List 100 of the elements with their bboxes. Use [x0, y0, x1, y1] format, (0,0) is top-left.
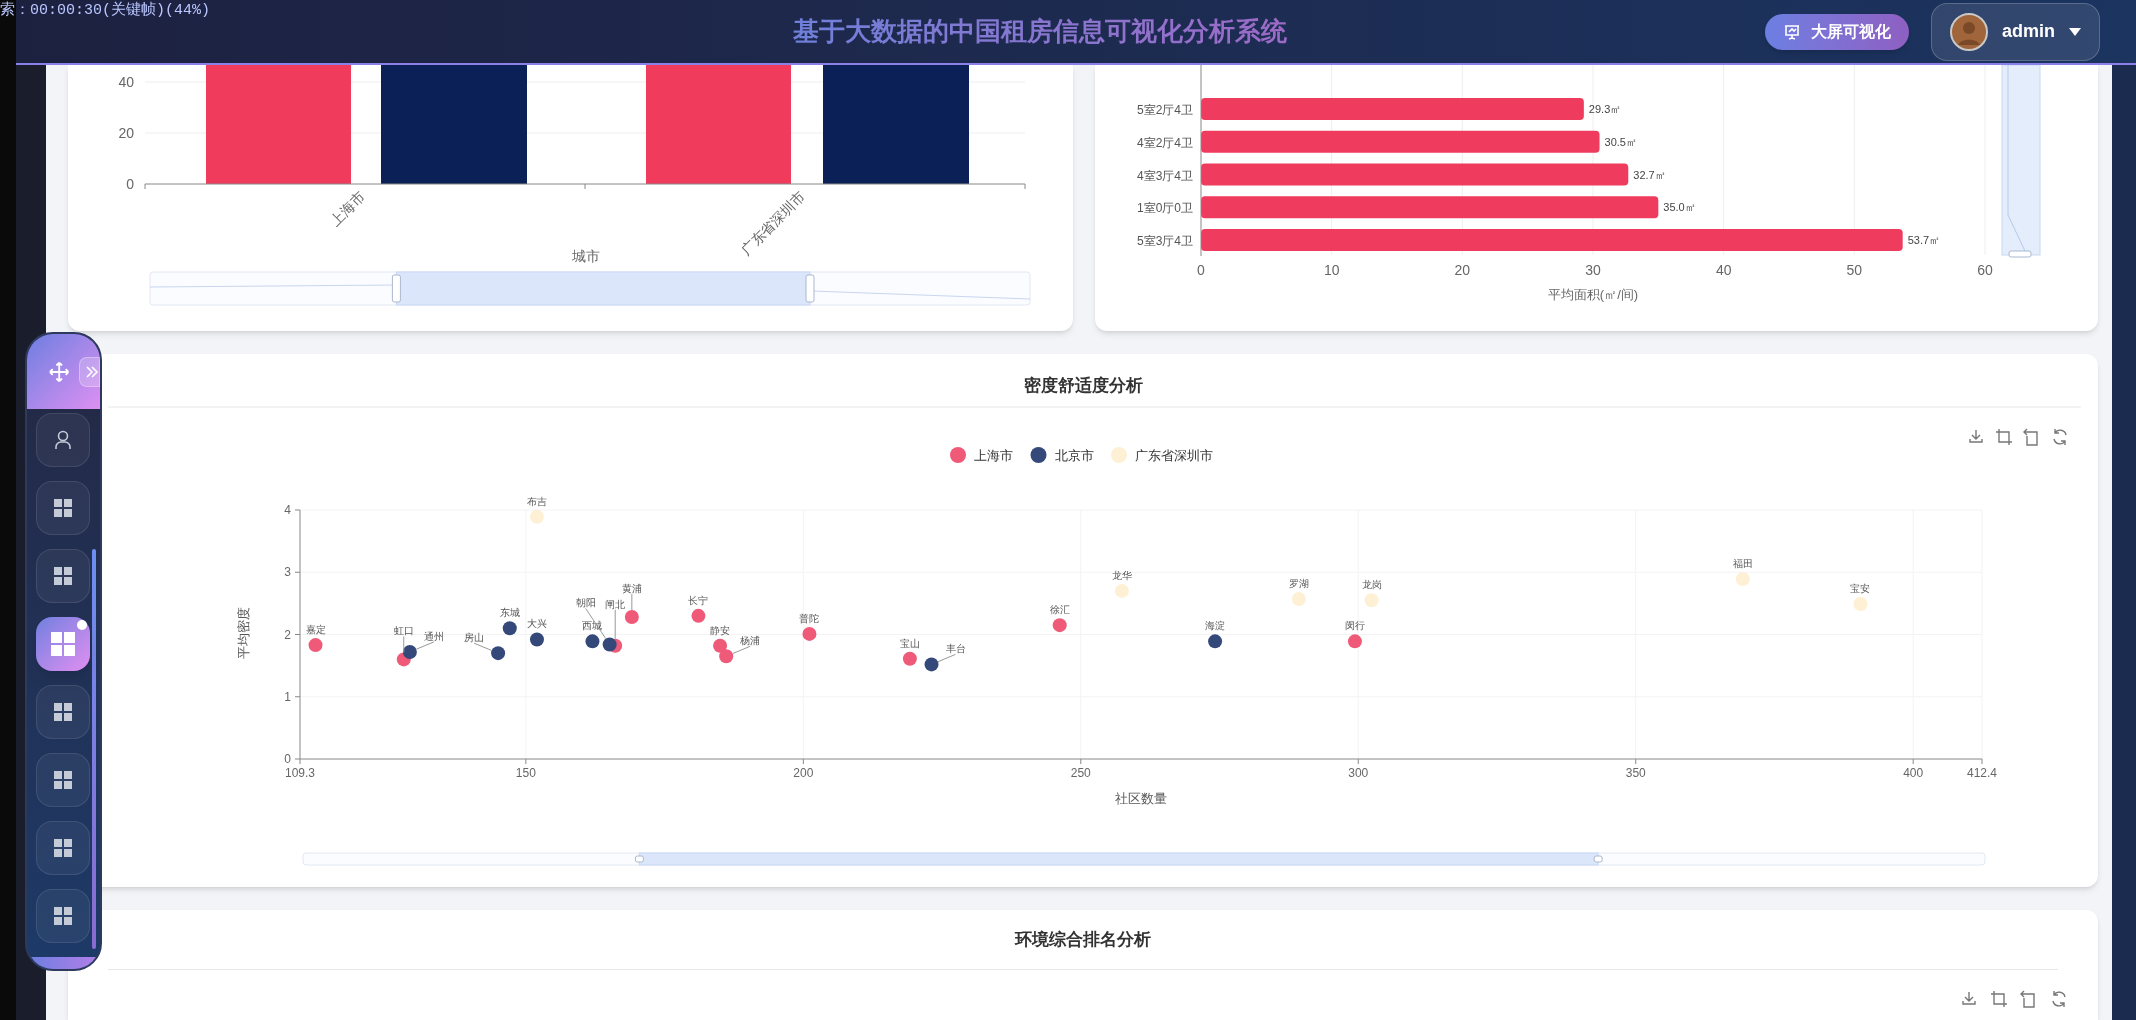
point-label: 龙岗 — [1361, 579, 1382, 591]
legend-label[interactable]: 广东省深圳市 — [1135, 448, 1213, 463]
refresh-icon[interactable] — [2053, 428, 2067, 446]
value-label: 29.3㎡ — [1588, 103, 1622, 115]
point-label: 龙华 — [1111, 569, 1132, 581]
data-point[interactable] — [585, 634, 600, 649]
value-label: 30.5㎡ — [1604, 135, 1637, 148]
leader-line — [415, 641, 435, 650]
axis-tick-label: 20 — [118, 125, 134, 141]
point-label: 虹口 — [393, 625, 414, 637]
legend-label[interactable]: 上海市 — [974, 448, 1013, 463]
download-icon[interactable] — [1969, 429, 1983, 443]
dock-button[interactable] — [36, 481, 90, 535]
category-label: 1室0厅0卫 — [1136, 201, 1193, 216]
axis-title: 平均密度 — [236, 607, 251, 659]
axis-tick-label: 412.4 — [1967, 766, 1997, 780]
video-status-text: 索：00:00:30(关键帧)(44%) — [0, 0, 211, 21]
user-icon — [54, 430, 72, 450]
grid-icon — [54, 771, 72, 789]
axis-tick-label: 10 — [1323, 262, 1340, 278]
big-screen-button[interactable]: 大屏可视化 — [1765, 13, 1909, 50]
category-label: 5室3厅4卫 — [1136, 234, 1193, 248]
point-label: 嘉定 — [305, 624, 326, 636]
point-label: 福田 — [1732, 558, 1753, 570]
slider-handle[interactable] — [1593, 855, 1603, 863]
slider-handle[interactable] — [391, 274, 401, 303]
range-slider[interactable] — [149, 271, 1031, 306]
axis-tick-label: 400 — [1903, 766, 1924, 780]
data-point[interactable] — [502, 621, 517, 636]
avatar — [1950, 12, 1988, 51]
dock-button[interactable] — [36, 685, 90, 739]
zoom-select-icon[interactable] — [1995, 428, 2013, 446]
data-point[interactable] — [1208, 634, 1223, 649]
value-label: 32.7㎡ — [1633, 168, 1666, 181]
axis-tick-label: 1 — [284, 689, 291, 704]
point-label: 闵行 — [1344, 620, 1365, 632]
point-label: 布吉 — [526, 495, 547, 507]
expand-button[interactable] — [79, 356, 100, 387]
range-slider[interactable] — [302, 852, 1986, 866]
axis-tick-label: 20 — [1454, 262, 1471, 278]
user-menu[interactable]: admin — [1931, 2, 2100, 61]
download-icon[interactable] — [1960, 990, 1978, 1008]
category-label: 广东省深圳市 — [737, 187, 809, 259]
legend-label[interactable]: 北京市 — [1054, 448, 1094, 463]
data-point[interactable] — [529, 632, 544, 647]
point-label: 长宁 — [688, 594, 709, 606]
point-label: 西城 — [582, 620, 603, 632]
point-label: 通州 — [423, 630, 444, 642]
point-label: 静安 — [710, 624, 731, 636]
dock-button[interactable] — [36, 753, 90, 807]
dock-button[interactable] — [36, 821, 90, 875]
point-label: 闸北 — [605, 598, 626, 610]
axis-tick-label: 60 — [1977, 262, 1993, 278]
value-label: 35.0㎡ — [1663, 201, 1696, 214]
point-label: 黄浦 — [621, 583, 642, 595]
axis-tick-label: 2 — [284, 627, 291, 642]
axis-title: 社区数量 — [1115, 791, 1167, 806]
point-label: 宝山 — [899, 637, 920, 649]
dock-button[interactable] — [36, 549, 90, 603]
value-label: 53.7㎡ — [1907, 234, 1941, 246]
axis-tick-label: 0 — [284, 752, 291, 766]
grid-icon — [51, 632, 75, 656]
data-point[interactable] — [924, 657, 939, 672]
card-title: 密度舒适度分析 — [1023, 376, 1143, 395]
data-point[interactable] — [491, 646, 506, 661]
axis-tick-label: 250 — [1070, 766, 1091, 780]
axis-title: 平均面积(㎡/间) — [1547, 287, 1639, 302]
dock-button[interactable] — [36, 889, 90, 943]
slider-handle[interactable] — [634, 855, 644, 863]
point-label: 房山 — [464, 632, 485, 644]
zoom-back-icon[interactable] — [2023, 428, 2038, 446]
move-icon[interactable] — [49, 360, 70, 383]
axis-tick-label: 3 — [284, 565, 291, 580]
grid-icon — [54, 907, 72, 925]
presentation-icon — [1783, 22, 1801, 41]
zoom-back-icon[interactable] — [2020, 990, 2038, 1008]
leader-line — [403, 635, 405, 653]
slider-handle[interactable] — [805, 274, 815, 303]
data-point[interactable] — [602, 637, 617, 652]
axis-title: 城市 — [572, 248, 600, 264]
point-label: 丰台 — [945, 643, 966, 655]
zoom-select-icon[interactable] — [1990, 990, 2008, 1008]
point-label: 徐汇 — [1049, 604, 1070, 616]
axis-tick-label: 109.3 — [285, 766, 315, 780]
slider-handle[interactable] — [2008, 250, 2032, 258]
category-label: 5室2厅4卫 — [1136, 103, 1193, 117]
refresh-icon[interactable] — [2050, 990, 2068, 1008]
leader-line — [614, 609, 616, 640]
leader-line — [631, 593, 633, 611]
axis-tick-label: 0 — [1197, 262, 1205, 278]
axis-tick-label: 4 — [284, 503, 291, 517]
dock-button[interactable] — [36, 617, 90, 671]
axis-tick-label: 40 — [118, 74, 134, 90]
scroll-bar[interactable] — [92, 549, 96, 949]
point-label: 宝安 — [1850, 583, 1871, 594]
leader-line — [937, 653, 956, 663]
axis-tick-label: 350 — [1625, 766, 1646, 780]
leader-line — [473, 642, 493, 651]
data-point[interactable] — [402, 644, 417, 659]
grid-icon — [54, 567, 72, 585]
